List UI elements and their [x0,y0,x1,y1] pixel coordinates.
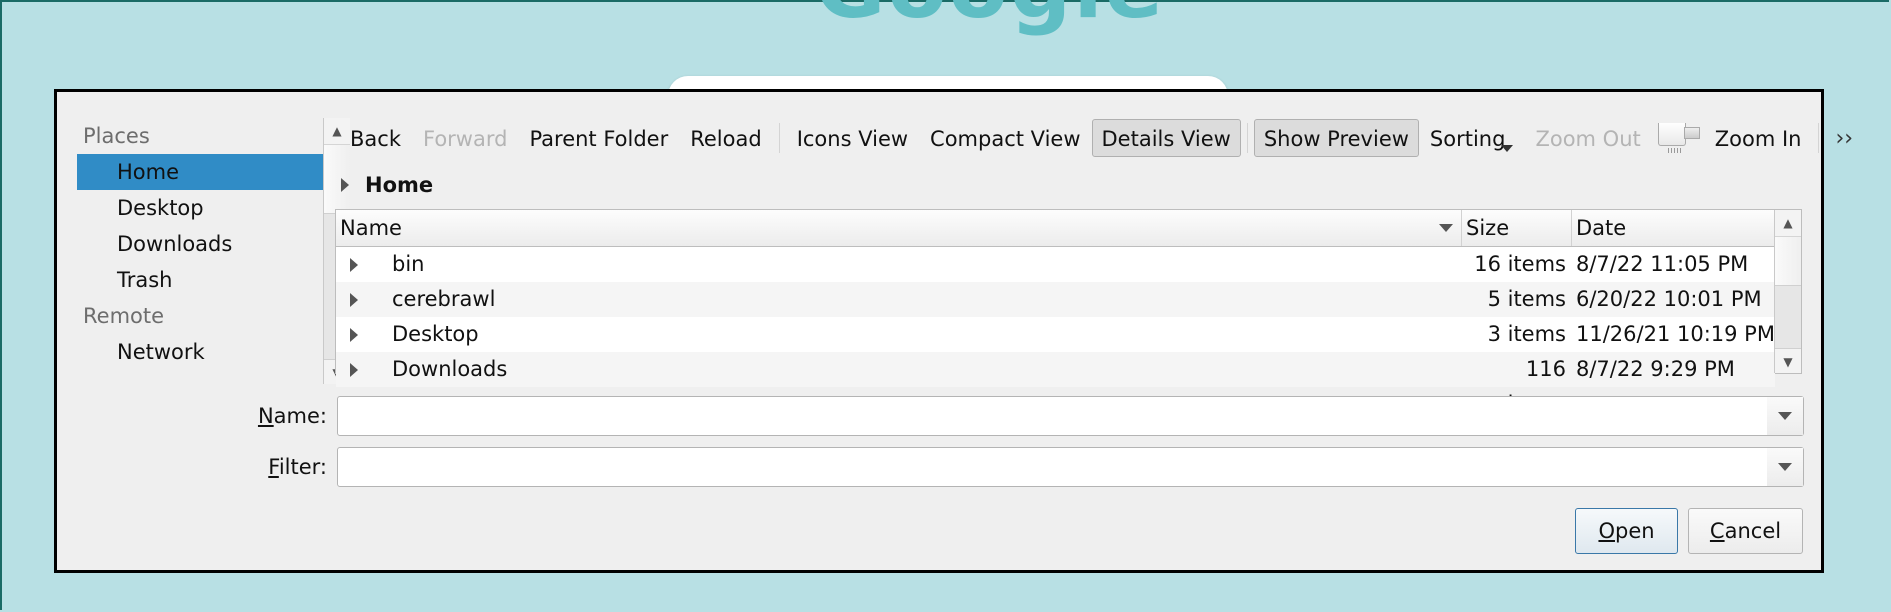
expand-arrow-icon[interactable] [350,362,358,377]
chevron-down-icon [1778,412,1792,420]
toolbar-overflow-button[interactable]: ›› [1825,126,1863,151]
column-header-label: Name [340,216,402,240]
name-dropdown-button[interactable] [1767,397,1803,435]
places-item-label: Home [117,160,180,184]
file-name: bin [392,252,425,276]
table-rows: bin 16 items 8/7/22 11:05 PM cerebrawl 5… [336,247,1775,416]
file-name: Downloads [392,357,508,381]
places-item-label: Trash [117,268,173,292]
parent-folder-button[interactable]: Parent Folder [518,119,679,157]
places-item-home[interactable]: Home [77,154,343,190]
icons-view-button[interactable]: Icons View [786,119,919,157]
show-preview-button[interactable]: Show Preview [1253,119,1419,157]
name-label: Name: [257,404,327,428]
column-header-name[interactable]: Name [336,210,1462,246]
toolbar: Back Forward Parent Folder Reload Icons … [339,118,1863,158]
column-header-size[interactable]: Size [1462,210,1572,246]
scroll-up-arrow-icon[interactable]: ▲ [1775,210,1801,236]
scrollbar-track[interactable] [1775,236,1801,285]
file-size: 16 items [1474,252,1566,276]
file-size: 3 items [1487,322,1566,346]
google-logo: Google [815,0,1165,38]
file-size: 116 items [1508,357,1566,416]
places-item-network[interactable]: Network [77,334,343,370]
cancel-button[interactable]: Cancel [1688,508,1803,554]
file-date: 11/26/21 10:19 PM [1576,322,1775,346]
file-list-scrollbar[interactable]: ▲ ▼ [1774,210,1801,373]
file-size: 5 items [1487,287,1566,311]
sorting-label: Sorting [1429,127,1506,151]
toolbar-separator [778,123,780,153]
expand-arrow-icon[interactable] [341,178,349,192]
table-row[interactable]: cerebrawl 5 items 6/20/22 10:01 PM [336,282,1775,317]
table-row[interactable]: Downloads 116 items 8/7/22 9:29 PM [336,352,1775,416]
name-combobox[interactable] [337,396,1804,436]
open-button[interactable]: Open [1575,508,1678,554]
zoom-slider-groove [1683,127,1700,139]
sort-descending-icon [1439,224,1453,232]
toolbar-separator [1246,123,1248,153]
sorting-button[interactable]: Sorting [1419,119,1525,157]
filter-field-row: Filter: [217,447,1804,487]
chevron-down-icon [1778,463,1792,471]
file-date: 6/20/22 10:01 PM [1576,287,1762,311]
scrollbar-thumb[interactable] [1775,285,1801,349]
compact-view-button[interactable]: Compact View [919,119,1091,157]
filter-combobox[interactable] [337,447,1804,487]
places-item-desktop[interactable]: Desktop [77,190,343,226]
filter-input[interactable] [338,448,1748,486]
filter-label: Filter: [268,455,327,479]
places-item-label: Network [117,340,205,364]
column-header-label: Date [1576,216,1627,240]
file-date: 8/7/22 11:05 PM [1576,252,1749,276]
column-header-label: Size [1466,216,1510,240]
expand-arrow-icon[interactable] [350,257,358,272]
file-open-dialog: Places Home Desktop Downloads Trash Remo… [54,89,1853,573]
zoom-in-button[interactable]: Zoom In [1704,119,1813,157]
table-row[interactable]: Desktop 3 items 11/26/21 10:19 PM [336,317,1775,352]
expand-arrow-icon[interactable] [350,327,358,342]
places-item-label: Downloads [117,232,233,256]
places-item-label: Desktop [117,196,204,220]
file-date: 8/7/22 9:29 PM [1576,357,1735,381]
zoom-out-button[interactable]: Zoom Out [1524,119,1651,157]
remote-section-title: Remote [83,304,165,328]
places-item-trash[interactable]: Trash [77,262,343,298]
scroll-down-arrow-icon[interactable]: ▼ [1775,349,1801,375]
zoom-slider-ticks [1667,148,1682,153]
table-header: Name Size Date [336,210,1775,247]
places-panel: Places Home Desktop Downloads Trash Remo… [77,118,359,384]
forward-button[interactable]: Forward [412,119,518,157]
back-button[interactable]: Back [339,119,412,157]
file-list: Name Size Date bin 16 items 8/7/22 11:05… [335,209,1802,416]
expand-arrow-icon[interactable] [350,292,358,307]
file-name: cerebrawl [392,287,496,311]
filter-dropdown-button[interactable] [1767,448,1803,486]
name-input[interactable] [338,397,1748,435]
zoom-slider[interactable] [1656,119,1700,157]
column-header-date[interactable]: Date [1572,210,1775,246]
details-view-button[interactable]: Details View [1091,119,1241,157]
toolbar-separator [1818,123,1820,153]
file-name: Desktop [392,322,479,346]
breadcrumb-current[interactable]: Home [365,173,433,197]
places-item-downloads[interactable]: Downloads [77,226,343,262]
places-section-title: Places [83,124,150,148]
table-row[interactable]: bin 16 items 8/7/22 11:05 PM [336,247,1775,282]
breadcrumb: Home [341,168,433,202]
zoom-slider-handle[interactable] [1657,123,1686,146]
name-field-row: Name: [217,396,1804,436]
reload-button[interactable]: Reload [679,119,772,157]
dropdown-arrow-icon [1501,145,1514,152]
